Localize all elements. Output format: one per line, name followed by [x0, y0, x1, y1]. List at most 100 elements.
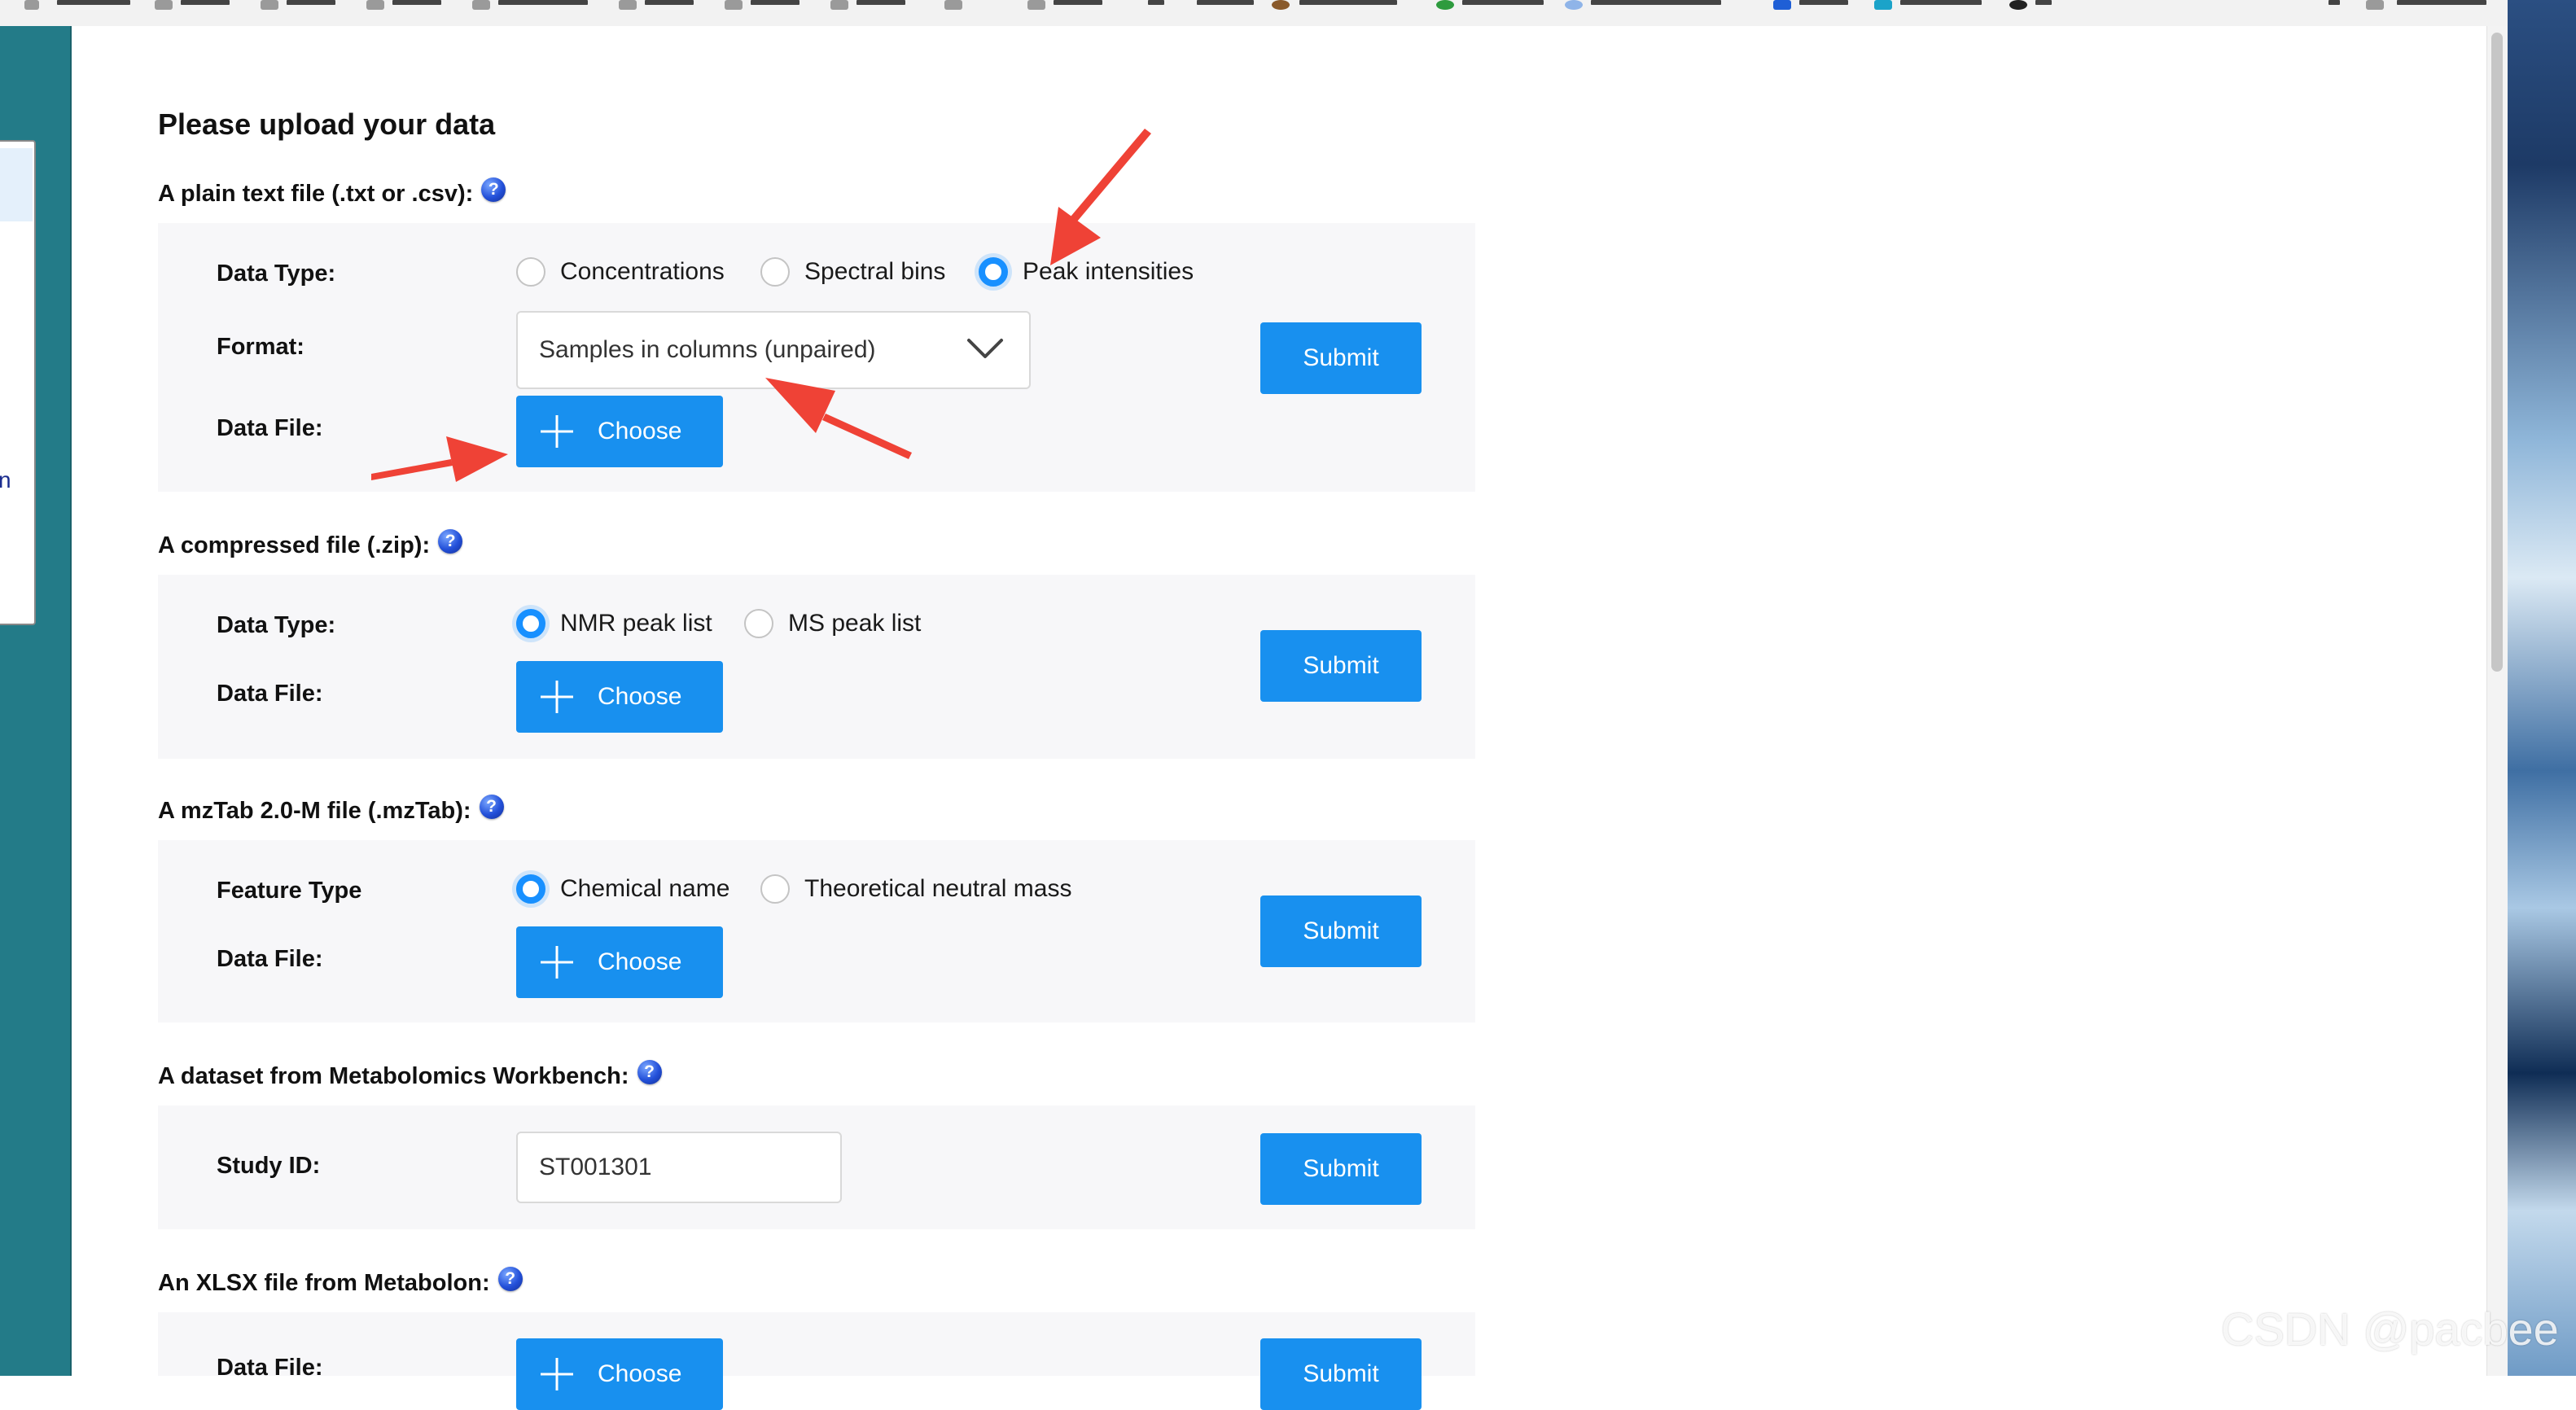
- bookmark-label[interactable]: [751, 0, 800, 5]
- radio-spectral-bins[interactable]: Spectral bins: [760, 257, 945, 287]
- bookmark-label[interactable]: [1900, 0, 1982, 5]
- radio-circle-selected[interactable]: [516, 874, 545, 904]
- watermark: CSDN @pacbee: [2221, 1303, 2559, 1355]
- bookmark-folder-icon[interactable]: [366, 0, 384, 10]
- desktop-wallpaper: [2508, 0, 2576, 1376]
- data-file-label: Data File:: [217, 946, 323, 972]
- bookmark-label[interactable]: [287, 0, 335, 5]
- bookmark-folder-icon[interactable]: [472, 0, 490, 10]
- bookmark-folder-icon[interactable]: [725, 0, 743, 10]
- feature-type-label: Feature Type: [217, 878, 362, 904]
- bookmark-folder-icon[interactable]: [830, 0, 848, 10]
- study-id-input[interactable]: ST001301: [516, 1132, 842, 1203]
- bookmark-separator: [2328, 0, 2340, 5]
- radio-nmr-peak-list[interactable]: NMR peak list: [516, 609, 712, 638]
- radio-theoretical-neutral-mass[interactable]: Theoretical neutral mass: [760, 874, 1071, 904]
- side-menu-panel: n: [0, 140, 36, 625]
- workbench-panel: Study ID: ST001301 Submit: [158, 1106, 1475, 1229]
- bookmark-label[interactable]: [498, 0, 588, 5]
- section-heading-zip: A compressed file (.zip):?: [158, 529, 463, 560]
- radio-circle[interactable]: [744, 609, 773, 638]
- submit-button[interactable]: Submit: [1260, 1133, 1422, 1205]
- radio-label: Peak intensities: [1023, 258, 1194, 285]
- radio-label: Theoretical neutral mass: [804, 875, 1072, 902]
- radio-label: Concentrations: [560, 258, 725, 285]
- radio-concentrations[interactable]: Concentrations: [516, 257, 725, 287]
- submit-button[interactable]: Submit: [1260, 895, 1422, 967]
- radio-circle[interactable]: [516, 257, 545, 287]
- bookmark-folder-icon[interactable]: [619, 0, 637, 10]
- help-icon[interactable]: ?: [497, 1267, 523, 1291]
- bookmark-favicon[interactable]: [1565, 0, 1583, 10]
- side-menu-text[interactable]: n: [0, 467, 11, 493]
- plus-icon: [541, 1358, 573, 1390]
- section-heading-text: An XLSX file from Metabolon:: [158, 1270, 490, 1296]
- help-icon[interactable]: ?: [637, 1060, 662, 1084]
- format-select-value: Samples in columns (unpaired): [539, 336, 876, 363]
- data-type-label: Data Type:: [217, 612, 336, 638]
- choose-file-button[interactable]: Choose: [516, 926, 723, 998]
- bookmark-label[interactable]: [57, 0, 130, 5]
- radio-ms-peak-list[interactable]: MS peak list: [744, 609, 921, 638]
- submit-button[interactable]: Submit: [1260, 1338, 1422, 1410]
- help-icon[interactable]: ?: [479, 795, 504, 819]
- section-heading-text: A mzTab 2.0-M file (.mzTab):: [158, 798, 471, 824]
- bookmark-label[interactable]: [2397, 0, 2486, 5]
- radio-circle[interactable]: [760, 874, 790, 904]
- bookmark-folder-icon[interactable]: [2366, 0, 2384, 10]
- radio-chemical-name[interactable]: Chemical name: [516, 874, 729, 904]
- chevron-down-icon: [967, 339, 1003, 358]
- radio-peak-intensities[interactable]: Peak intensities: [979, 257, 1194, 287]
- bookmark-label[interactable]: [1299, 0, 1397, 5]
- help-icon[interactable]: ?: [481, 177, 506, 202]
- scrollbar-thumb[interactable]: [2491, 33, 2503, 672]
- section-heading-text: A compressed file (.zip):: [158, 532, 431, 558]
- help-icon[interactable]: ?: [438, 529, 463, 554]
- bookmarks-bar: [0, 0, 2508, 28]
- bookmark-label[interactable]: [392, 0, 441, 5]
- bookmark-folder-icon[interactable]: [1027, 0, 1045, 10]
- bookmark-label[interactable]: [181, 0, 230, 5]
- bookmark-label[interactable]: [1462, 0, 1544, 5]
- bookmark-label[interactable]: [1197, 0, 1254, 5]
- bookmark-favicon[interactable]: [1874, 0, 1892, 10]
- choose-label: Choose: [598, 683, 682, 710]
- choose-label: Choose: [598, 1360, 682, 1387]
- plus-icon: [541, 946, 573, 979]
- bookmark-favicon[interactable]: [1272, 0, 1290, 10]
- side-menu-highlight[interactable]: [0, 148, 33, 221]
- bookmark-label[interactable]: [856, 0, 905, 5]
- bookmark-folder-icon[interactable]: [155, 0, 173, 10]
- page-title: Please upload your data: [158, 107, 496, 141]
- bookmark-label[interactable]: [1591, 0, 1721, 5]
- radio-circle[interactable]: [760, 257, 790, 287]
- bookmark-folder-icon[interactable]: [261, 0, 278, 10]
- section-heading-plain-text: A plain text file (.txt or .csv):?: [158, 177, 506, 208]
- bookmark-label[interactable]: [1799, 0, 1848, 5]
- section-heading-text: A dataset from Metabolomics Workbench:: [158, 1063, 629, 1089]
- xlsx-upload-panel: Data File: Choose Submit: [158, 1312, 1475, 1410]
- choose-file-button[interactable]: Choose: [516, 661, 723, 733]
- submit-button[interactable]: Submit: [1260, 322, 1422, 394]
- choose-file-button[interactable]: Choose: [516, 396, 723, 467]
- data-type-label: Data Type:: [217, 261, 336, 287]
- bookmark-label[interactable]: [1148, 0, 1164, 5]
- radio-circle-selected[interactable]: [516, 609, 545, 638]
- submit-button[interactable]: Submit: [1260, 630, 1422, 702]
- zip-upload-panel: Data Type: NMR peak list MS peak list Da…: [158, 575, 1475, 759]
- bookmark-favicon[interactable]: [1773, 0, 1791, 10]
- section-heading-xlsx: An XLSX file from Metabolon:?: [158, 1267, 523, 1298]
- bookmark-label[interactable]: [645, 0, 694, 5]
- bookmark-favicon[interactable]: [1436, 0, 1454, 10]
- bookmark-favicon[interactable]: [2009, 0, 2027, 10]
- study-id-label: Study ID:: [217, 1153, 321, 1179]
- choose-file-button[interactable]: Choose: [516, 1338, 723, 1410]
- bookmark-folder-icon[interactable]: [944, 0, 962, 10]
- bookmark-icon[interactable]: [24, 0, 39, 10]
- radio-circle-selected[interactable]: [979, 257, 1008, 287]
- format-select[interactable]: Samples in columns (unpaired): [516, 311, 1031, 389]
- data-file-label: Data File:: [217, 415, 323, 441]
- radio-label: Spectral bins: [804, 258, 946, 285]
- bookmark-label[interactable]: [2035, 0, 2052, 5]
- bookmark-label[interactable]: [1054, 0, 1102, 5]
